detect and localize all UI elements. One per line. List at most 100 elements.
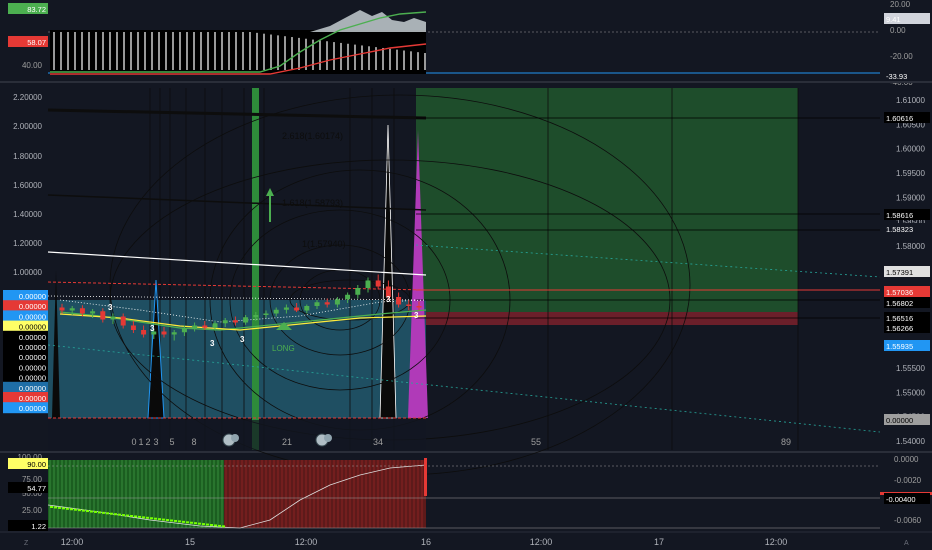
right-badge: 1.55935	[886, 342, 913, 351]
left-badge: 0.00000	[19, 302, 46, 311]
right-price-tick: 1.55500	[896, 364, 925, 373]
candle-body	[304, 306, 310, 311]
bottom-right-tick: -0.0060	[894, 516, 922, 525]
top-right-tick: -20.00	[890, 52, 913, 61]
candle-body	[355, 288, 361, 295]
candle-body	[79, 308, 85, 314]
right-badge: 0.00000	[886, 416, 913, 425]
left-price-tick: 2.20000	[13, 93, 42, 102]
bottom-right-badges: -0.00400	[880, 492, 932, 504]
indicator-bubble-icon	[231, 434, 239, 442]
time-axis-tick: 17	[654, 537, 664, 547]
top-left-badge: 58.07	[27, 38, 46, 47]
bottom-green-dot	[210, 524, 213, 526]
count-label: 2	[145, 437, 150, 447]
right-badge: 1.58323	[886, 225, 913, 234]
bottom-green-dot	[114, 513, 117, 516]
left-badge: 0.00000	[19, 374, 46, 383]
bottom-green-dot	[58, 506, 61, 509]
right-price-tick: 1.54000	[896, 437, 925, 446]
bottom-right-tick: -0.0020	[894, 476, 922, 485]
bottom-left-badge: 90.00	[27, 460, 46, 469]
left-price-tick: 1.20000	[13, 239, 42, 248]
right-badge: 1.56266	[886, 324, 913, 333]
bottom-green-dot	[134, 515, 137, 518]
bottom-green-dot	[190, 521, 193, 524]
candle-body	[314, 302, 320, 306]
candle-body	[396, 297, 402, 305]
indicator-bubble-icon	[324, 434, 332, 442]
candle-body	[365, 280, 371, 288]
right-badge: 1.56516	[886, 314, 913, 323]
bottom-green-dot	[158, 518, 161, 521]
count-label: 89	[781, 437, 791, 447]
candle-body	[130, 325, 136, 330]
right-price-tick: 1.59000	[896, 193, 925, 202]
right-price-tick: 1.61000	[896, 96, 925, 105]
count-label: 55	[531, 437, 541, 447]
right-badge: 1.56802	[886, 299, 913, 308]
bar-count-label: 3	[240, 335, 245, 344]
left-price-tick: 1.40000	[13, 210, 42, 219]
bottom-green-dot	[130, 515, 133, 517]
bottom-green-dot	[202, 523, 205, 526]
bottom-left-tick: 25.00	[22, 506, 43, 515]
fib-level-label: 1(1.57940)	[302, 239, 346, 249]
time-axis-tick: 12:00	[530, 537, 553, 547]
bottom-green-dot	[90, 510, 93, 513]
bottom-green-dot	[162, 518, 165, 521]
left-price-tick: 1.00000	[13, 268, 42, 277]
bottom-green-dot	[70, 508, 73, 511]
zoom-icon: Z	[24, 540, 29, 547]
left-badges: 0.000000.000000.000000.000000.000000.000…	[3, 290, 48, 414]
top-left-tick: 40.00	[22, 61, 43, 70]
count-label: 8	[191, 437, 196, 447]
candle-body	[294, 307, 300, 311]
fib-level-label: 1.618(1.58793)	[282, 198, 343, 208]
bottom-green-dot	[138, 515, 141, 518]
left-badge: 0.00000	[19, 353, 46, 362]
candle-body	[59, 307, 65, 311]
bottom-green-dot	[194, 522, 197, 525]
bottom-green-dot	[102, 511, 105, 514]
auto-scale-icon: A	[904, 540, 909, 547]
top-right-tick: 20.00	[890, 0, 911, 9]
candle-body	[243, 317, 249, 323]
count-label: 34	[373, 437, 383, 447]
candle-body	[232, 320, 238, 323]
count-label: 1	[138, 437, 143, 447]
left-price-tick: 2.00000	[13, 122, 42, 131]
candle-body	[253, 315, 259, 318]
bottom-green-dot	[222, 525, 225, 528]
bottom-green-dot	[198, 522, 201, 525]
bottom-green-dot	[174, 519, 177, 522]
top-pane	[48, 2, 880, 80]
right-badge: 1.58616	[886, 211, 913, 220]
bottom-green-dot	[146, 516, 149, 519]
candle-body	[110, 316, 116, 320]
bottom-green-dot	[178, 520, 181, 523]
bottom-right-tick: 0.0000	[894, 455, 919, 464]
right-price-tick: 1.58000	[896, 242, 925, 251]
bottom-green-dot	[214, 524, 217, 527]
bar-count-label: 3	[210, 339, 215, 348]
count-label: 5	[169, 437, 174, 447]
candle-body	[141, 330, 147, 335]
candle-body	[334, 299, 340, 305]
right-price-tick: 1.60000	[896, 145, 925, 154]
top-left-scale: 40.00	[22, 61, 43, 70]
count-label: 21	[282, 437, 292, 447]
candle-body	[90, 311, 96, 314]
bottom-green-dot	[106, 512, 109, 515]
bottom-green-dot	[154, 517, 157, 520]
right-badge: 1.57036	[886, 288, 913, 297]
bottom-left-badge: 1.22	[31, 522, 46, 531]
candle-body	[222, 320, 228, 324]
candle-body	[192, 325, 198, 329]
left-price-tick: 1.60000	[13, 181, 42, 190]
bottom-green-dot	[186, 521, 189, 524]
candle-body	[100, 311, 106, 320]
count-label: 3	[153, 437, 158, 447]
trading-chart[interactable]: 40.00 83.7258.07 20.000.00-20.00-40.00 9…	[0, 0, 932, 550]
bottom-green-dot	[182, 520, 185, 523]
